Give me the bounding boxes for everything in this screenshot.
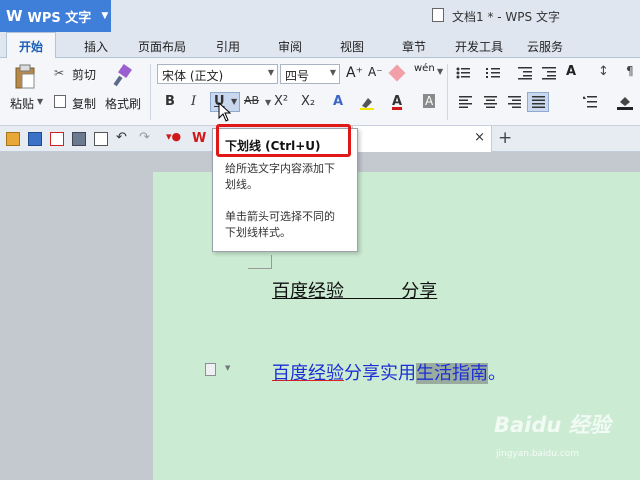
print-preview-icon[interactable]: [94, 132, 108, 146]
font-name-value: 宋体 (正文): [162, 69, 224, 83]
chevron-down-icon: ▼: [329, 68, 336, 77]
justify-icon: [532, 96, 545, 108]
watermark-logo: Baidu 经验: [494, 413, 611, 437]
tooltip-desc-line: 单击箭头可选择不同的: [225, 210, 335, 223]
export-pdf-icon[interactable]: [50, 132, 64, 146]
tab-page-layout[interactable]: 页面布局: [138, 38, 186, 55]
tooltip-desc-line: 下划线样式。: [225, 226, 291, 239]
tab-view[interactable]: 视图: [340, 38, 364, 55]
font-size-value: 四号: [285, 69, 310, 83]
paste-dropdown-icon[interactable]: ▼: [37, 97, 43, 106]
app-name: WPS 文字: [27, 10, 92, 26]
chevron-down-icon[interactable]: ▼: [437, 67, 443, 76]
align-left-icon[interactable]: [459, 96, 472, 108]
format-painter-icon[interactable]: [112, 64, 136, 88]
char-border-button[interactable]: A: [423, 94, 436, 108]
grow-font-button[interactable]: A⁺: [346, 65, 363, 81]
chevron-down-icon[interactable]: ▼: [265, 98, 271, 107]
underlined-text: 百度经验: [272, 363, 344, 384]
menu-tabs: 开始 插入 页面布局 引用 审阅 视图 章节 开发工具 云服务: [0, 32, 640, 59]
tab-cloud[interactable]: 云服务: [527, 38, 563, 55]
decrease-indent-icon[interactable]: [518, 66, 532, 80]
tab-insert[interactable]: 插入: [84, 38, 108, 55]
subscript-button[interactable]: X₂: [301, 94, 315, 109]
undo-icon[interactable]: ↶: [116, 130, 127, 145]
italic-button[interactable]: I: [191, 94, 196, 109]
sort-button[interactable]: ↕: [598, 64, 609, 79]
more-button[interactable]: ¶: [626, 64, 634, 78]
shrink-font-button[interactable]: A⁻: [368, 65, 383, 79]
text-effect-button[interactable]: A: [333, 94, 343, 109]
close-icon[interactable]: ×: [474, 130, 485, 145]
save-icon[interactable]: [28, 132, 42, 146]
document-icon: [432, 8, 444, 22]
justify-button[interactable]: [527, 92, 549, 112]
toolbar-menu-icon[interactable]: ▾●: [166, 130, 181, 143]
shading-icon[interactable]: [617, 94, 633, 110]
line-spacing-icon[interactable]: [582, 96, 597, 108]
scissors-icon[interactable]: ✂: [54, 66, 64, 80]
wps-logo-icon: W: [6, 7, 23, 25]
highlight-annotation-box: [216, 124, 351, 157]
wps-brand-icon[interactable]: W: [192, 131, 206, 146]
clipboard-icon: [15, 64, 35, 89]
highlight-icon[interactable]: [360, 96, 374, 110]
tab-section[interactable]: 章节: [402, 38, 426, 55]
pinyin-button[interactable]: wén: [414, 63, 435, 74]
baidu-watermark: Baidu 经验 jingyan.baidu.com: [494, 409, 624, 469]
tab-home[interactable]: 开始: [6, 32, 57, 59]
document-tab[interactable]: ×: [352, 126, 492, 152]
app-menu-button[interactable]: W WPS 文字 ▼: [0, 0, 111, 32]
ribbon: 粘贴 ▼ ✂ 剪切 复制 格式刷 宋体 (正文) ▼ 四号 ▼ A⁺ A⁻ wé…: [0, 58, 640, 126]
chevron-down-icon: ▼: [267, 68, 274, 77]
mouse-cursor-icon: [218, 102, 232, 122]
paste-button[interactable]: [14, 64, 36, 90]
font-size-select[interactable]: 四号 ▼: [280, 64, 340, 84]
chevron-down-icon[interactable]: ▼: [225, 364, 230, 372]
open-folder-icon[interactable]: [6, 132, 20, 146]
change-case-button[interactable]: A: [566, 64, 576, 79]
tab-developer[interactable]: 开发工具: [455, 38, 503, 55]
strikethrough-button[interactable]: AB: [244, 94, 259, 107]
title-bar: W WPS 文字 ▼ 文档1 * - WPS 文字: [0, 0, 640, 32]
document-line-1[interactable]: 百度经验 分享: [272, 277, 437, 303]
watermark-url: jingyan.baidu.com: [496, 449, 580, 459]
format-painter-button[interactable]: 格式刷: [105, 95, 141, 112]
window-title: 文档1 * - WPS 文字: [452, 10, 560, 24]
new-tab-icon[interactable]: +: [498, 128, 512, 148]
text-segment: 分享实用: [344, 363, 416, 384]
margin-corner-mark: [248, 255, 272, 269]
align-right-icon[interactable]: [508, 96, 521, 108]
align-center-icon[interactable]: [484, 96, 497, 108]
font-name-select[interactable]: 宋体 (正文) ▼: [157, 64, 278, 84]
chevron-down-icon: ▼: [101, 11, 109, 21]
divider: [150, 64, 151, 120]
bullet-list-icon[interactable]: [456, 66, 470, 80]
tab-references[interactable]: 引用: [216, 38, 240, 55]
print-icon[interactable]: [72, 132, 86, 146]
tooltip-desc-line: 给所选文字内容添加下: [225, 162, 335, 175]
clear-format-icon[interactable]: [388, 64, 406, 82]
tooltip-desc-line: 划线。: [225, 178, 258, 191]
copy-button[interactable]: 复制: [72, 95, 96, 112]
copy-icon[interactable]: [54, 95, 66, 108]
document-line-2[interactable]: 百度经验分享实用生活指南。: [272, 359, 506, 385]
superscript-button[interactable]: X²: [274, 94, 288, 109]
redo-icon[interactable]: ↷: [139, 130, 150, 145]
paste-label[interactable]: 粘贴: [10, 95, 34, 112]
selected-text: 生活指南: [416, 363, 488, 384]
bold-button[interactable]: B: [165, 94, 175, 109]
cut-button[interactable]: 剪切: [72, 66, 96, 83]
font-color-button[interactable]: A: [392, 94, 402, 109]
text-segment: 。: [488, 363, 506, 384]
paragraph-icon[interactable]: [205, 363, 216, 376]
increase-indent-icon[interactable]: [542, 66, 556, 80]
tab-review[interactable]: 审阅: [278, 38, 302, 55]
numbered-list-icon[interactable]: [486, 66, 500, 80]
divider: [447, 64, 448, 120]
